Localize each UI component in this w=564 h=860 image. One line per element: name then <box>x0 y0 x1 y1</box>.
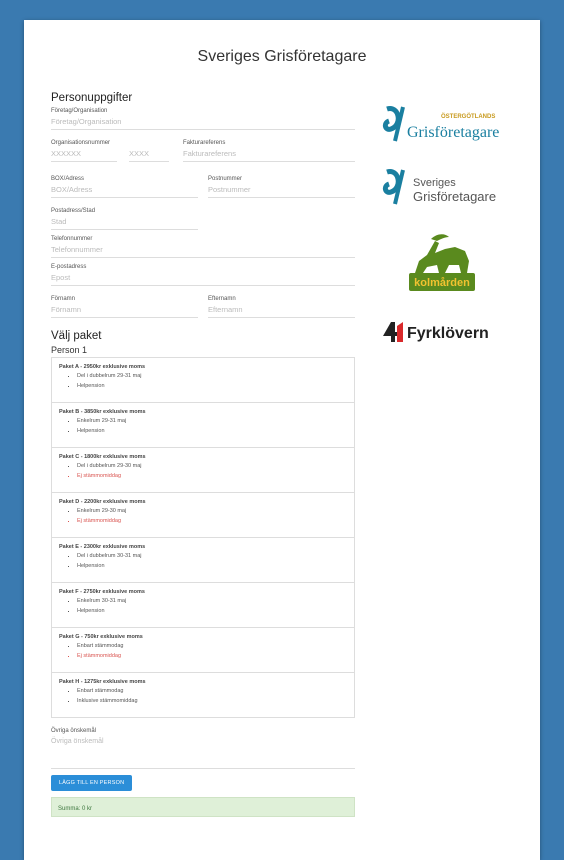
package-title: Paket A - 2950kr exklusive moms <box>59 364 146 370</box>
ostergotland-small-text: ÖSTERGÖTLANDS <box>441 113 495 120</box>
package-line: Helpension <box>77 606 347 616</box>
package-list: Paket A - 2950kr exklusive moms Del i du… <box>51 357 355 718</box>
personal-heading: Personuppgifter <box>51 92 133 104</box>
city-input[interactable]: Stad <box>51 214 198 230</box>
package-line: Enbart stämmodag <box>77 686 347 696</box>
fyrklovern-text: Fyrklövern <box>407 325 489 342</box>
other-textarea[interactable]: Övriga önskemål <box>51 734 355 769</box>
sponsor-logos: ÖSTERGÖTLANDS Grisföretagare Sveriges Gr… <box>381 105 503 369</box>
page-title: Sveriges Grisföretagare <box>197 48 367 65</box>
invoice-ref-input[interactable]: Fakturareferens <box>183 146 355 162</box>
kolmarden-text: kolmården <box>414 277 470 289</box>
package-title: Paket F - 2750kr exklusive moms <box>59 589 145 595</box>
package-b[interactable]: Paket B - 3850kr exklusive moms Enkelrum… <box>52 403 354 448</box>
package-title: Paket B - 3850kr exklusive moms <box>59 409 146 415</box>
package-title: Paket H - 1275kr exklusive moms <box>59 679 146 685</box>
person-label: Person 1 <box>51 345 88 355</box>
package-line: Helpension <box>77 426 347 436</box>
registration-form: Personuppgifter Företag/Organisation För… <box>51 92 355 817</box>
box-input[interactable]: BOX/Adress <box>51 182 198 198</box>
orgnr-input-1[interactable]: XXXXXX <box>51 146 117 162</box>
package-line: Helpension <box>77 561 347 571</box>
package-line-warning: Ej stämmomiddag <box>77 516 347 526</box>
package-line: Enkelrum 29-30 maj <box>77 506 347 516</box>
lastname-input[interactable]: Efternamn <box>208 302 355 318</box>
package-line: Del i dubbelrum 29-30 maj <box>77 461 347 471</box>
package-title: Paket G - 750kr exklusive moms <box>59 634 143 640</box>
package-line: Helpension <box>77 381 347 391</box>
firstname-input[interactable]: Förnamn <box>51 302 198 318</box>
zip-input[interactable]: Postnummer <box>208 182 355 198</box>
package-title: Paket C - 1800kr exklusive moms <box>59 454 146 460</box>
package-c[interactable]: Paket C - 1800kr exklusive moms Del i du… <box>52 448 354 493</box>
phone-input[interactable]: Telefonnummer <box>51 242 355 258</box>
package-d[interactable]: Paket D - 2200kr exklusive moms Enkelrum… <box>52 493 354 538</box>
fyrklovern-logo: Fyrklövern <box>381 318 503 351</box>
package-line: Del i dubbelrum 30-31 maj <box>77 551 347 561</box>
package-title: Paket E - 2300kr exklusive moms <box>59 544 146 550</box>
package-f[interactable]: Paket F - 2750kr exklusive moms Enkelrum… <box>52 583 354 628</box>
ostergotland-big-text: Grisföretagare <box>407 124 499 141</box>
package-line: Inklusive stämmomiddag <box>77 696 347 706</box>
sveriges-line1: Sveriges <box>413 177 456 189</box>
package-line: Del i dubbelrum 29-31 maj <box>77 371 347 381</box>
add-person-button[interactable]: LÄGG TILL EN PERSON <box>51 775 133 791</box>
orgnr-input-2[interactable]: XXXX <box>129 146 169 162</box>
kolmarden-logo: kolmården <box>381 231 503 300</box>
ostergotland-logo: ÖSTERGÖTLANDS Grisföretagare <box>381 105 503 150</box>
package-line-warning: Ej stämmomiddag <box>77 471 347 481</box>
package-a[interactable]: Paket A - 2950kr exklusive moms Del i du… <box>52 358 354 403</box>
package-line: Enbart stämmodag <box>77 641 347 651</box>
sveriges-logo: Sveriges Grisföretagare <box>381 168 503 213</box>
package-g[interactable]: Paket G - 750kr exklusive moms Enbart st… <box>52 628 354 673</box>
package-line: Enkelrum 30-31 maj <box>77 596 347 606</box>
form-card: Sveriges Grisföretagare Personuppgifter … <box>24 20 540 860</box>
sveriges-line2: Grisföretagare <box>413 189 496 204</box>
package-e[interactable]: Paket E - 2300kr exklusive moms Del i du… <box>52 538 354 583</box>
email-input[interactable]: Epost <box>51 270 355 286</box>
package-line: Enkelrum 29-31 maj <box>77 416 347 426</box>
package-line-warning: Ej stämmomiddag <box>77 651 347 661</box>
package-h[interactable]: Paket H - 1275kr exklusive moms Enbart s… <box>52 673 354 717</box>
package-title: Paket D - 2200kr exklusive moms <box>59 499 146 505</box>
company-input[interactable]: Företag/Organisation <box>51 114 355 130</box>
sum-box: Summa: 0 kr <box>51 797 355 817</box>
packages-heading: Välj paket <box>51 330 102 342</box>
